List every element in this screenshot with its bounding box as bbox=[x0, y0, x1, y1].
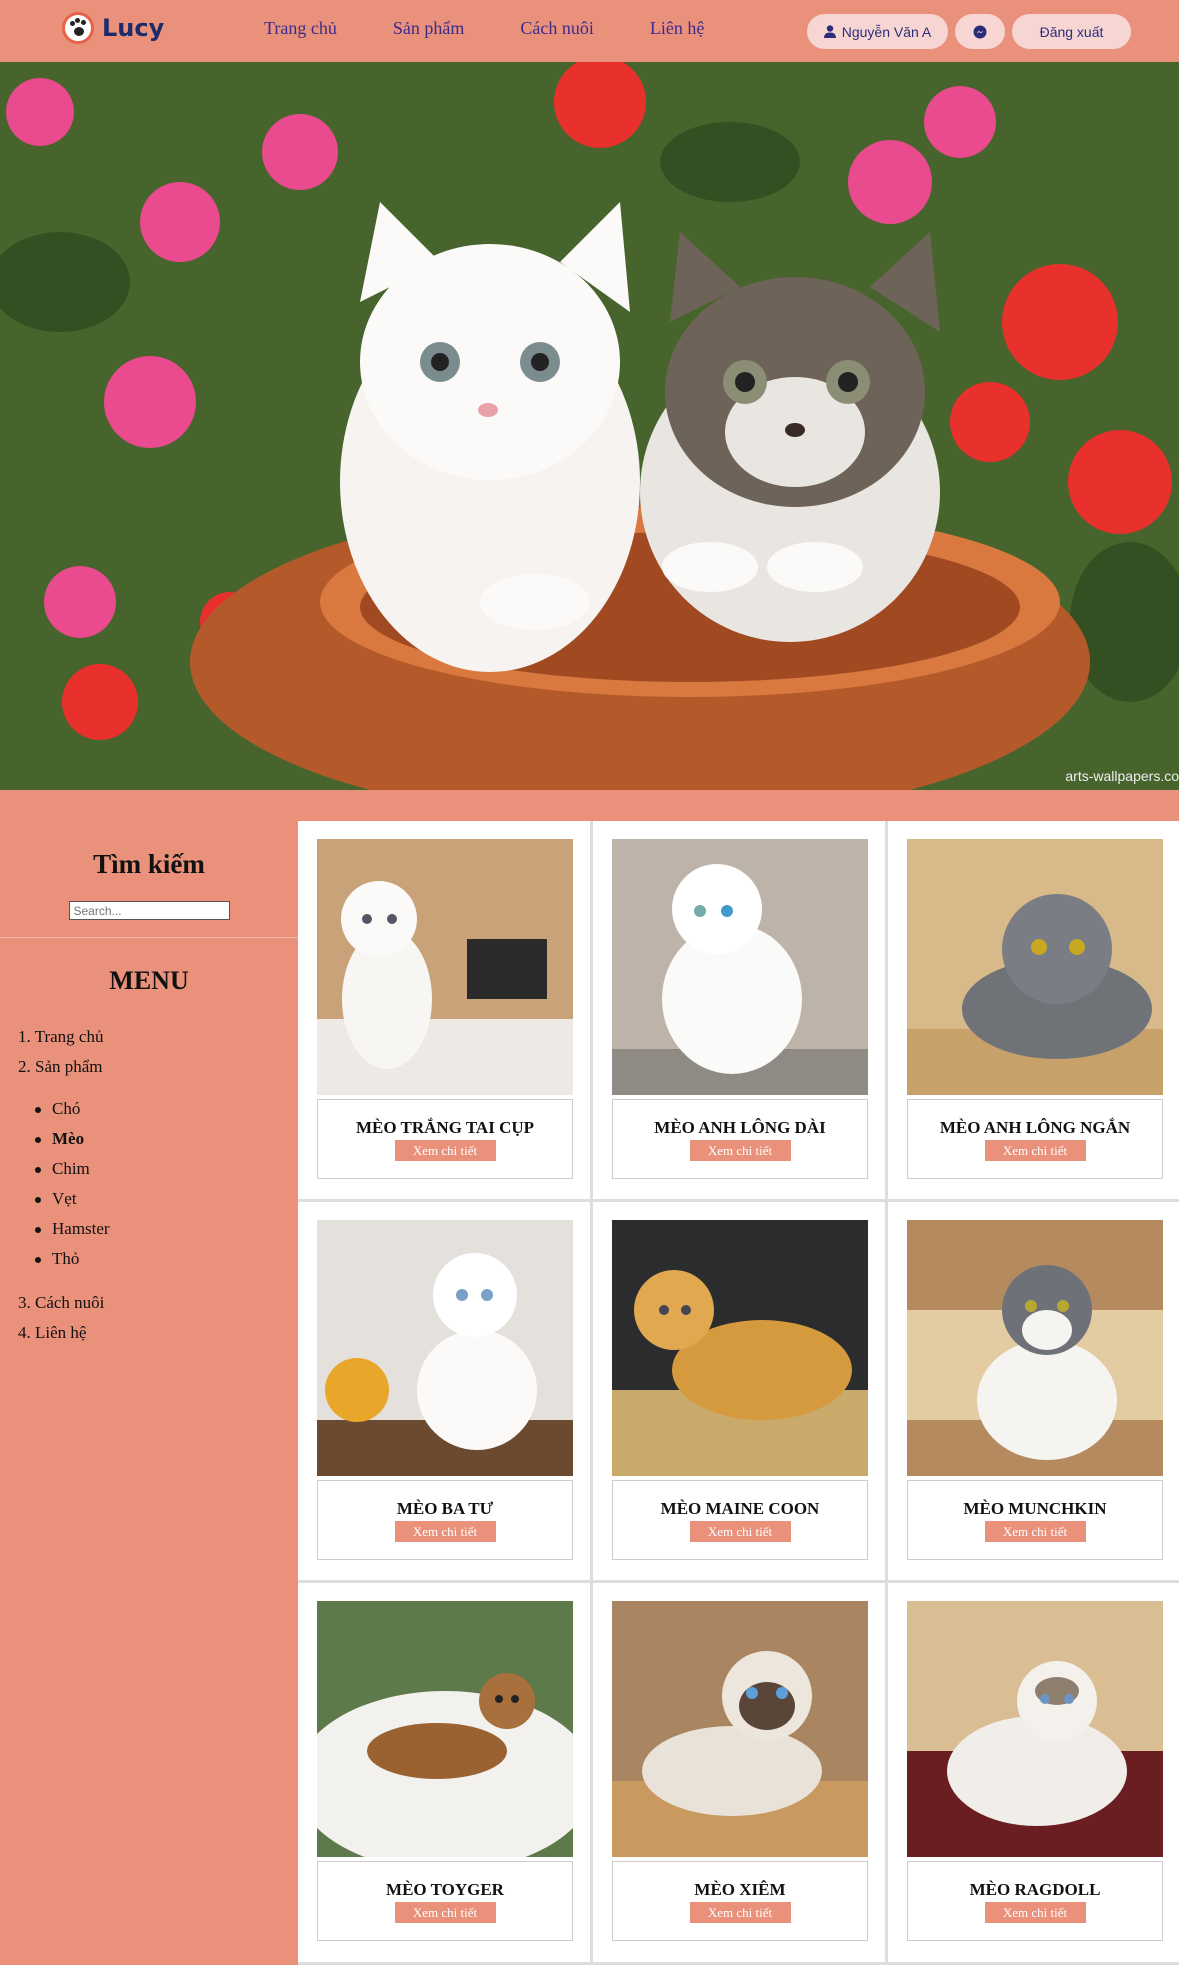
product-image[interactable] bbox=[907, 1601, 1163, 1857]
view-details-button[interactable]: Xem chi tiết bbox=[394, 1902, 496, 1923]
product-title: MÈO BA TƯ bbox=[396, 1499, 494, 1518]
sidebar-divider bbox=[0, 937, 298, 938]
view-details-button[interactable]: Xem chi tiết bbox=[984, 1521, 1086, 1542]
sidebar: Tìm kiếm MENU 1. Trang chủ 2. Sản phẩm C… bbox=[0, 821, 298, 1348]
product-card: MÈO TRẮNG TAI CỤP Xem chi tiết bbox=[298, 821, 593, 1202]
product-card: MÈO MUNCHKIN Xem chi tiết bbox=[888, 1202, 1179, 1583]
brand-logo[interactable]: Lucy bbox=[62, 12, 164, 44]
product-title: MÈO ANH LÔNG NGẮN bbox=[939, 1118, 1131, 1137]
user-icon bbox=[823, 25, 836, 38]
product-caption: MÈO TRẮNG TAI CỤP Xem chi tiết bbox=[317, 1099, 573, 1179]
products-submenu: Chó Mèo Chim Vẹt Hamster Thỏ bbox=[18, 1094, 298, 1274]
submenu-item-rabbits[interactable]: Thỏ bbox=[52, 1249, 79, 1268]
product-grid: MÈO TRẮNG TAI CỤP Xem chi tiết MÈO ANH L… bbox=[298, 821, 1179, 1965]
hero-banner: arts-wallpapers.co bbox=[0, 62, 1179, 790]
user-button[interactable]: Nguyễn Văn A bbox=[807, 14, 948, 49]
view-details-button[interactable]: Xem chi tiết bbox=[984, 1140, 1086, 1161]
brand-name: Lucy bbox=[102, 14, 165, 42]
nav-products[interactable]: Sản phẩm bbox=[393, 18, 465, 39]
menu-item-home[interactable]: 1. Trang chủ bbox=[18, 1027, 103, 1046]
search-title: Tìm kiếm bbox=[93, 849, 205, 879]
user-name: Nguyễn Văn A bbox=[841, 23, 932, 40]
logout-button[interactable]: Đăng xuất bbox=[1012, 14, 1131, 49]
view-details-button[interactable]: Xem chi tiết bbox=[984, 1902, 1086, 1923]
submenu-item-parrots[interactable]: Vẹt bbox=[52, 1189, 77, 1208]
menu-item-products[interactable]: 2. Sản phẩm bbox=[18, 1057, 103, 1076]
product-image[interactable] bbox=[907, 1220, 1163, 1476]
product-title: MÈO MUNCHKIN bbox=[963, 1499, 1107, 1518]
product-title: MÈO ANH LÔNG DÀI bbox=[654, 1118, 826, 1137]
product-image[interactable] bbox=[612, 839, 868, 1095]
product-caption: MÈO MUNCHKIN Xem chi tiết bbox=[907, 1480, 1163, 1560]
product-title: MÈO MAINE COON bbox=[660, 1499, 820, 1518]
product-card: MÈO ANH LÔNG NGẮN Xem chi tiết bbox=[888, 821, 1179, 1202]
search-input[interactable] bbox=[68, 901, 230, 920]
menu-title: MENU bbox=[109, 966, 189, 995]
product-card: MÈO RAGDOLL Xem chi tiết bbox=[888, 1583, 1179, 1965]
view-details-button[interactable]: Xem chi tiết bbox=[689, 1902, 791, 1923]
product-caption: MÈO RAGDOLL Xem chi tiết bbox=[907, 1861, 1163, 1941]
nav-home[interactable]: Trang chủ bbox=[264, 18, 337, 39]
product-title: MÈO TRẮNG TAI CỤP bbox=[355, 1118, 535, 1137]
product-caption: MÈO MAINE COON Xem chi tiết bbox=[612, 1480, 868, 1560]
messenger-button[interactable] bbox=[955, 14, 1005, 49]
account-area: Nguyễn Văn A Đăng xuất bbox=[807, 14, 1131, 49]
product-image[interactable] bbox=[907, 839, 1163, 1095]
product-image[interactable] bbox=[317, 1220, 573, 1476]
site-header: Lucy Trang chủ Sản phẩm Cách nuôi Liên h… bbox=[0, 0, 1179, 62]
submenu-item-hamsters[interactable]: Hamster bbox=[52, 1219, 110, 1238]
product-image[interactable] bbox=[317, 839, 573, 1095]
view-details-button[interactable]: Xem chi tiết bbox=[394, 1521, 496, 1542]
main-nav: Trang chủ Sản phẩm Cách nuôi Liên hệ bbox=[264, 18, 704, 39]
product-title: MÈO RAGDOLL bbox=[969, 1880, 1101, 1899]
menu-item-contact[interactable]: 4. Liên hệ bbox=[18, 1323, 86, 1342]
view-details-button[interactable]: Xem chi tiết bbox=[689, 1140, 791, 1161]
view-details-button[interactable]: Xem chi tiết bbox=[394, 1140, 496, 1161]
product-caption: MÈO TOYGER Xem chi tiết bbox=[317, 1861, 573, 1941]
view-details-button[interactable]: Xem chi tiết bbox=[689, 1521, 791, 1542]
messenger-icon bbox=[973, 25, 987, 38]
nav-contact[interactable]: Liên hệ bbox=[650, 18, 704, 39]
product-caption: MÈO XIÊM Xem chi tiết bbox=[612, 1861, 868, 1941]
nav-care[interactable]: Cách nuôi bbox=[520, 18, 594, 39]
product-caption: MÈO BA TƯ Xem chi tiết bbox=[317, 1480, 573, 1560]
product-image[interactable] bbox=[317, 1601, 573, 1857]
product-card: MÈO MAINE COON Xem chi tiết bbox=[593, 1202, 888, 1583]
submenu-item-dogs[interactable]: Chó bbox=[52, 1099, 80, 1118]
sidebar-menu: 1. Trang chủ 2. Sản phẩm Chó Mèo Chim Vẹ… bbox=[0, 1022, 298, 1348]
menu-item-care[interactable]: 3. Cách nuôi bbox=[18, 1293, 104, 1312]
product-image[interactable] bbox=[612, 1220, 868, 1476]
product-title: MÈO XIÊM bbox=[694, 1880, 786, 1899]
product-image[interactable] bbox=[612, 1601, 868, 1857]
product-caption: MÈO ANH LÔNG DÀI Xem chi tiết bbox=[612, 1099, 868, 1179]
submenu-item-birds[interactable]: Chim bbox=[52, 1159, 90, 1178]
image-credit: arts-wallpapers.co bbox=[1065, 768, 1179, 784]
product-card: MÈO XIÊM Xem chi tiết bbox=[593, 1583, 888, 1965]
kittens-hero-image bbox=[0, 62, 1179, 790]
product-caption: MÈO ANH LÔNG NGẮN Xem chi tiết bbox=[907, 1099, 1163, 1179]
product-title: MÈO TOYGER bbox=[386, 1880, 504, 1899]
product-card: MÈO ANH LÔNG DÀI Xem chi tiết bbox=[593, 821, 888, 1202]
submenu-item-cats[interactable]: Mèo bbox=[52, 1129, 84, 1148]
paw-icon bbox=[62, 12, 94, 44]
product-card: MÈO TOYGER Xem chi tiết bbox=[298, 1583, 593, 1965]
product-card: MÈO BA TƯ Xem chi tiết bbox=[298, 1202, 593, 1583]
